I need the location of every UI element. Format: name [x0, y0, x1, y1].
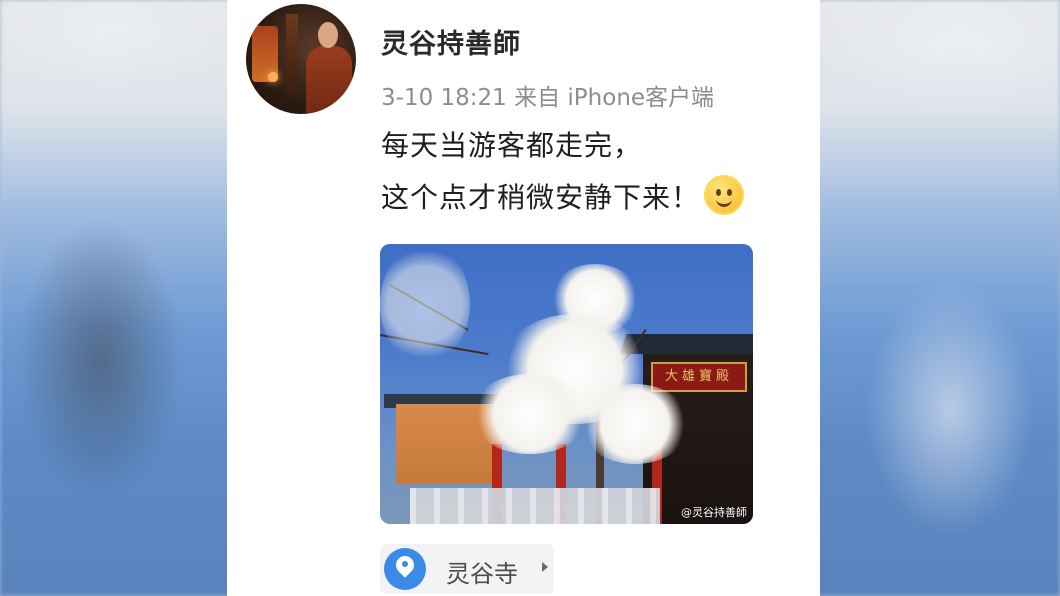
author-avatar[interactable]	[246, 4, 356, 114]
avatar-monk-head	[318, 22, 338, 48]
avatar-pillar	[286, 14, 298, 94]
avatar-monk-body	[306, 46, 352, 114]
background-tree-right	[830, 180, 1060, 596]
hall-plaque: 大雄寶殿	[651, 362, 747, 392]
photo-watermark: @灵谷持善師	[681, 506, 747, 519]
avatar-light	[268, 72, 278, 82]
location-chip[interactable]: 灵谷寺	[380, 544, 554, 594]
background-tree-left	[0, 140, 240, 596]
post-photo[interactable]: 大雄寶殿 @灵谷持善師	[380, 244, 753, 524]
location-label: 灵谷寺	[446, 560, 518, 588]
post-text-2: 这个点才稍微安静下来！	[381, 181, 701, 214]
smiling-sun-emoji-icon	[704, 175, 745, 215]
magnolia-blossoms	[580, 384, 690, 464]
post-text-line-2: 这个点才稍微安静下来！	[381, 175, 745, 219]
magnolia-blossoms	[470, 374, 590, 454]
location-pin-icon	[384, 548, 426, 590]
chevron-right-icon	[542, 562, 548, 572]
post-text-line-1: 每天当游客都走完，	[381, 124, 642, 164]
author-name[interactable]: 灵谷持善師	[381, 22, 521, 61]
hall-plaque-text: 大雄寶殿	[664, 369, 733, 384]
magnolia-blossoms	[380, 244, 470, 364]
post-meta: 3-10 18:21 来自 iPhone客户端	[381, 85, 715, 111]
post-text-1: 每天当游客都走完，	[381, 129, 643, 162]
stone-railing	[410, 488, 660, 524]
